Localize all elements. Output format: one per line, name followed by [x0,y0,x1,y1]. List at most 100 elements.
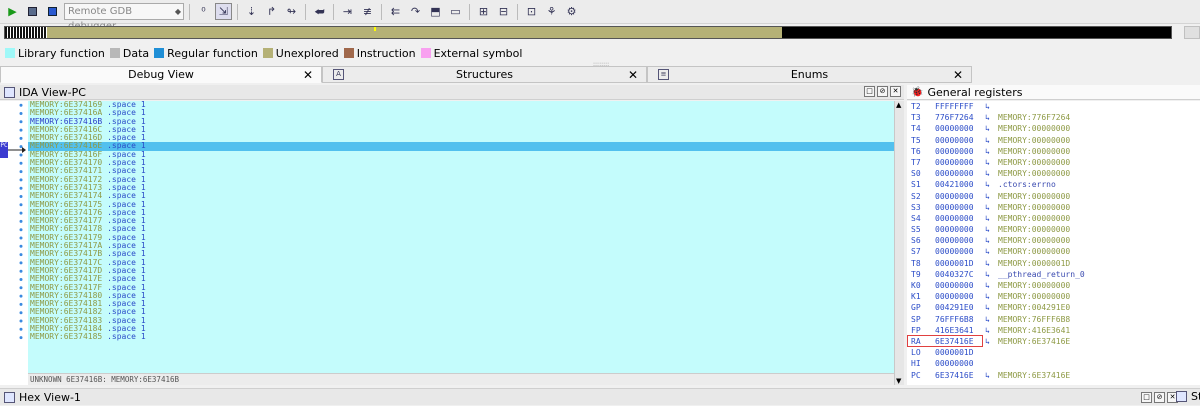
register-target[interactable]: .ctors:errno [998,179,1056,190]
jump-arrow-icon[interactable]: ↳ [985,336,990,347]
threads-icon[interactable]: ⚘ [543,3,560,20]
register-row[interactable]: T2 FFFFFFFF ↳ [907,101,1200,112]
listing-line[interactable]: MEMORY:6E37416C .space 1 [28,125,894,134]
register-row[interactable]: S2 00000000 ↳ MEMORY:00000000 [907,191,1200,202]
register-value[interactable]: 004291E0 [935,302,974,313]
register-value[interactable]: 0000001D [935,347,974,358]
listing-line[interactable]: MEMORY:6E374173 .space 1 [28,183,894,192]
register-value[interactable]: FFFFFFFF [935,101,974,112]
register-row[interactable]: RA 6E37416E ↳ MEMORY:6E37416E [907,335,1200,348]
register-target[interactable]: __pthread_return_0 [998,269,1085,280]
jump-arrow-icon[interactable]: ↳ [985,146,990,157]
listing-line[interactable]: MEMORY:6E374174 .space 1 [28,192,894,200]
register-row[interactable]: T8 0000001D ↳ MEMORY:0000001D [907,258,1200,269]
listing-line[interactable]: MEMORY:6E374179 .space 1 [28,233,894,242]
view-stack-icon[interactable]: ⊟ [495,3,512,20]
register-target[interactable]: MEMORY:00000000 [998,280,1070,291]
navigation-band[interactable] [4,26,1172,39]
register-row[interactable]: S4 00000000 ↳ MEMORY:00000000 [907,213,1200,224]
restore-icon[interactable]: □ [864,86,875,97]
jump-arrow-icon[interactable]: ↳ [985,258,990,269]
listing-line[interactable]: MEMORY:6E37416E .space 1 [28,142,894,151]
tab-structures[interactable]: A Structures ✕ [322,66,647,83]
close-icon[interactable]: ✕ [890,86,901,97]
register-row[interactable]: S0 00000000 ↳ MEMORY:00000000 [907,168,1200,179]
register-row[interactable]: T4 00000000 ↳ MEMORY:00000000 [907,123,1200,134]
float-icon[interactable]: ⊘ [1154,392,1165,403]
register-row[interactable]: S6 00000000 ↳ MEMORY:00000000 [907,235,1200,246]
tab-enums[interactable]: ≡ Enums ✕ [647,66,972,83]
register-value[interactable]: 76FFF6B8 [935,314,974,325]
register-value[interactable]: 00000000 [935,213,974,224]
register-target[interactable]: MEMORY:00000000 [998,146,1070,157]
register-row[interactable]: S1 00421000 ↳ .ctors:errno [907,179,1200,190]
register-value[interactable]: 00000000 [935,358,974,369]
jump-icon[interactable]: ⮨ [311,3,328,20]
register-value[interactable]: 0000001D [935,258,974,269]
listing-line[interactable]: MEMORY:6E374175 .space 1 [28,200,894,209]
listing-line[interactable]: MEMORY:6E374176 .space 1 [28,208,894,217]
tab-debug-view[interactable]: Debug View ✕ [0,66,322,83]
register-value[interactable]: 6E37416E [935,370,974,381]
register-value[interactable]: 00000000 [935,224,974,235]
jump-arrow-icon[interactable]: ↳ [985,224,990,235]
register-value[interactable]: 00000000 [935,135,974,146]
jump-arrow-icon[interactable]: ↳ [985,280,990,291]
stop-icon[interactable] [44,3,61,20]
register-target[interactable]: MEMORY:416E3641 [998,325,1070,336]
step-out-icon[interactable]: ↷ [407,3,424,20]
register-row[interactable]: S5 00000000 ↳ MEMORY:00000000 [907,224,1200,235]
run-to-cursor-icon[interactable]: ↬ [283,3,300,20]
register-target[interactable]: MEMORY:00000000 [998,123,1070,134]
listing-line[interactable]: MEMORY:6E374180 .space 1 [28,291,894,300]
register-target[interactable]: MEMORY:6E37416E [998,336,1070,347]
register-row[interactable]: T7 00000000 ↳ MEMORY:00000000 [907,157,1200,168]
register-row[interactable]: GP 004291E0 ↳ MEMORY:004291E0 [907,302,1200,313]
register-value[interactable]: 0040327C [935,269,974,280]
register-target[interactable]: MEMORY:00000000 [998,135,1070,146]
register-row[interactable]: T6 00000000 ↳ MEMORY:00000000 [907,146,1200,157]
listing-line[interactable]: MEMORY:6E37416D .space 1 [28,134,894,142]
jump-arrow-icon[interactable]: ↳ [985,325,990,336]
listing-line[interactable]: MEMORY:6E37416B .space 1 [28,117,894,126]
register-row[interactable]: HI 00000000 [907,358,1200,369]
scroll-up-icon[interactable]: ▲ [896,101,901,109]
debugger-select[interactable]: Remote GDB debugger◆ [64,3,184,32]
step-into-icon[interactable]: ⇣ [243,3,260,20]
register-value[interactable]: 776F7264 [935,112,974,123]
register-value[interactable]: 00000000 [935,168,974,179]
modules-icon[interactable]: ⊡ [523,3,540,20]
splitter-handle[interactable]: :::::::: [593,61,623,68]
register-row[interactable]: S7 00000000 ↳ MEMORY:00000000 [907,246,1200,257]
register-value[interactable]: 00000000 [935,157,974,168]
close-icon[interactable]: ✕ [953,68,963,82]
listing-line[interactable]: MEMORY:6E374182 .space 1 [28,308,894,316]
register-value[interactable]: 00000000 [935,146,974,157]
listing-line[interactable]: MEMORY:6E374172 .space 1 [28,175,894,184]
breakpoint-icon[interactable]: ⁰ [195,3,212,20]
attach-icon[interactable]: ⇲ [215,3,232,20]
listing-line[interactable]: MEMORY:6E374170 .space 1 [28,158,894,167]
stack-view-tab[interactable]: Sta [1176,390,1200,403]
listing-line[interactable]: MEMORY:6E374169 .space 1 [28,101,894,109]
register-row[interactable]: PC 6E37416E ↳ MEMORY:6E37416E [907,370,1200,381]
register-row[interactable]: K0 00000000 ↳ MEMORY:00000000 [907,280,1200,291]
jump-arrow-icon[interactable]: ↳ [985,191,990,202]
register-target[interactable]: MEMORY:776F7264 [998,112,1070,123]
registers-panel[interactable]: T2 FFFFFFFF ↳ T3 776F7264 ↳ MEMORY:776F7264 T4 0… [907,101,1200,385]
continue-icon[interactable]: ▶ [4,3,21,20]
float-icon[interactable]: ⊘ [877,86,888,97]
listing-line[interactable]: MEMORY:6E374185 .space 1 [28,333,894,341]
close-icon[interactable]: ✕ [303,68,313,82]
listing-line[interactable]: MEMORY:6E37416F .space 1 [28,150,894,159]
register-row[interactable]: T5 00000000 ↳ MEMORY:00000000 [907,135,1200,146]
register-value[interactable]: 00421000 [935,179,974,190]
jump-arrow-icon[interactable]: ↳ [985,370,990,381]
register-row[interactable]: S3 00000000 ↳ MEMORY:00000000 [907,202,1200,213]
jump-arrow-icon[interactable]: ↳ [985,123,990,134]
listing-line[interactable]: MEMORY:6E37416A .space 1 [28,109,894,117]
register-target[interactable]: MEMORY:00000000 [998,191,1070,202]
register-value[interactable]: 00000000 [935,280,974,291]
listing-line[interactable]: MEMORY:6E37417D .space 1 [28,266,894,275]
register-row[interactable]: LO 0000001D [907,347,1200,358]
